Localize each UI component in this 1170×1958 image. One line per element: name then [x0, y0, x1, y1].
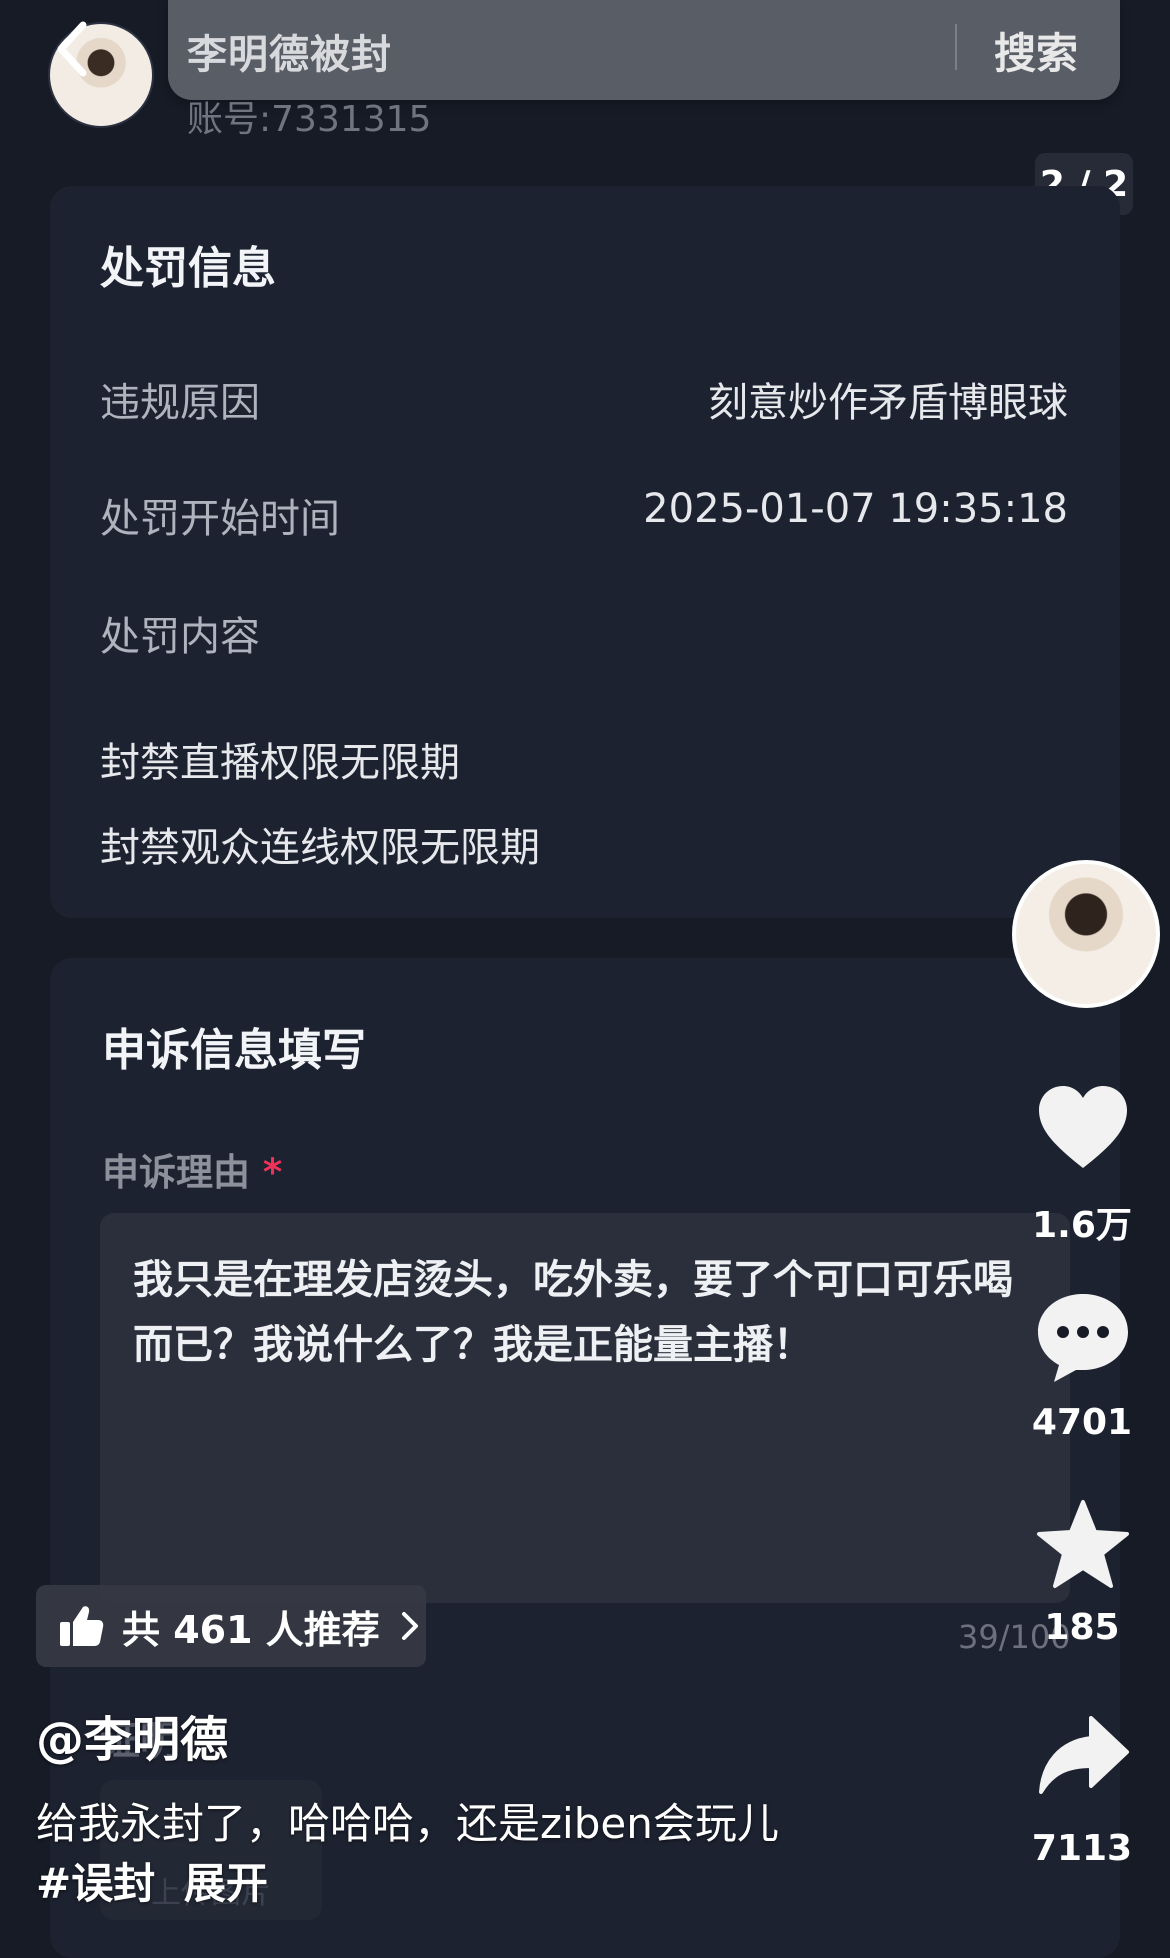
back-chevron-icon	[57, 21, 87, 77]
account-id: 账号:7331315	[187, 99, 432, 140]
favorite-count: 185	[1044, 1607, 1120, 1648]
hashtag-link[interactable]: #误封	[36, 1859, 155, 1908]
violation-reason-label: 违规原因	[100, 380, 260, 426]
thumbs-up-icon	[60, 1606, 104, 1646]
required-mark: *	[262, 1151, 283, 1194]
penalty-content-item: 封禁直播权限无限期	[100, 740, 460, 786]
appeal-title: 申诉信息填写	[102, 1025, 366, 1076]
penalty-start-value: 2025-01-07 19:35:18	[643, 486, 1068, 532]
penalty-title: 处罚信息	[100, 243, 276, 294]
penalty-content-label: 处罚内容	[100, 614, 260, 660]
post-tags: #误封 展开	[36, 1850, 268, 1911]
search-input[interactable]: 李明德被封	[187, 22, 392, 80]
penalty-content-item: 封禁观众连线权限无限期	[100, 825, 540, 871]
comment-count: 4701	[1031, 1402, 1133, 1443]
search-button[interactable]: 搜索	[994, 20, 1078, 81]
share-icon	[1039, 1716, 1129, 1794]
star-icon	[1037, 1500, 1129, 1588]
recommend-pill[interactable]: 共 461 人推荐	[36, 1585, 426, 1667]
appeal-reason-label: 申诉理由 *	[102, 1142, 282, 1196]
violation-reason-value: 刻意炒作矛盾博眼球	[708, 380, 1068, 426]
creator-avatar[interactable]	[1012, 860, 1160, 1008]
like-count: 1.6万	[1032, 1205, 1132, 1246]
recommend-text: 共 461 人推荐	[122, 1607, 380, 1652]
chevron-right-icon	[401, 1612, 418, 1640]
search-divider	[955, 24, 957, 70]
back-button[interactable]	[44, 20, 102, 78]
favorite-button[interactable]	[1033, 1494, 1133, 1594]
expand-link[interactable]: 展开	[184, 1859, 268, 1908]
comment-button[interactable]	[1033, 1288, 1133, 1388]
post-caption: 给我永封了，哈哈哈，还是ziben会玩儿	[36, 1799, 779, 1848]
share-count: 7113	[1031, 1828, 1133, 1869]
comment-icon	[1038, 1294, 1128, 1382]
share-button[interactable]	[1033, 1706, 1133, 1806]
post-author[interactable]: @李明德	[36, 1700, 228, 1770]
appeal-reason-text[interactable]: 我只是在理发店烫头，吃外卖，要了个可口可乐喝而已？我说什么了？我是正能量主播！	[133, 1248, 1043, 1378]
heart-icon	[1039, 1086, 1127, 1168]
like-button[interactable]	[1033, 1078, 1133, 1178]
appeal-reason-label-text: 申诉理由	[102, 1151, 250, 1194]
penalty-start-label: 处罚开始时间	[100, 496, 340, 542]
